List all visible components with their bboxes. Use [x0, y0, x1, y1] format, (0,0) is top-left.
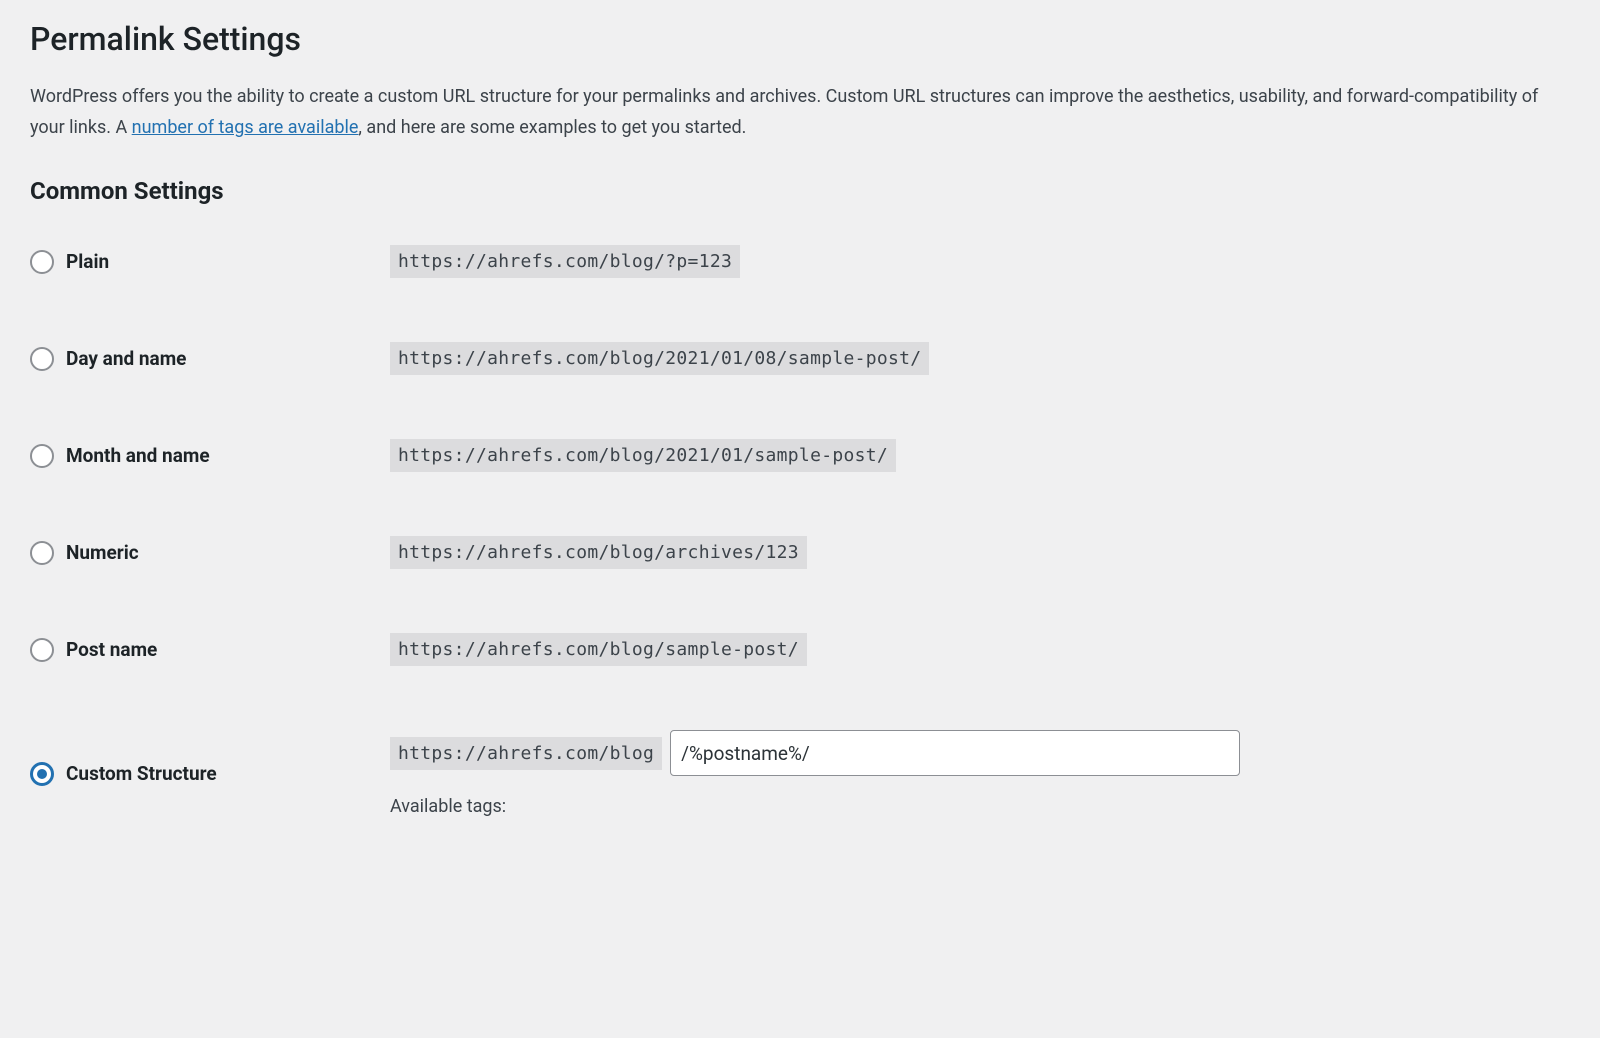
label-post-name[interactable]: Post name	[66, 638, 157, 661]
option-row-custom: Custom Structure https://ahrefs.com/blog…	[30, 730, 1570, 817]
radio-custom-structure[interactable]	[30, 762, 54, 786]
section-heading-common-settings: Common Settings	[30, 177, 1570, 205]
label-day-and-name[interactable]: Day and name	[66, 347, 186, 370]
example-plain: https://ahrefs.com/blog/?p=123	[390, 245, 740, 278]
example-post-name: https://ahrefs.com/blog/sample-post/	[390, 633, 807, 666]
radio-post-name[interactable]	[30, 638, 54, 662]
example-numeric: https://ahrefs.com/blog/archives/123	[390, 536, 807, 569]
radio-numeric[interactable]	[30, 541, 54, 565]
label-numeric[interactable]: Numeric	[66, 541, 139, 564]
option-row-post-name: Post name https://ahrefs.com/blog/sample…	[30, 633, 1570, 666]
custom-structure-input[interactable]	[670, 730, 1240, 776]
radio-plain[interactable]	[30, 250, 54, 274]
label-custom-structure[interactable]: Custom Structure	[66, 762, 217, 785]
radio-month-and-name[interactable]	[30, 444, 54, 468]
tags-available-link[interactable]: number of tags are available	[132, 117, 359, 138]
page-title: Permalink Settings	[30, 20, 1570, 58]
example-day-and-name: https://ahrefs.com/blog/2021/01/08/sampl…	[390, 342, 929, 375]
option-row-plain: Plain https://ahrefs.com/blog/?p=123	[30, 245, 1570, 278]
description-text-after: , and here are some examples to get you …	[358, 117, 746, 138]
option-row-day-and-name: Day and name https://ahrefs.com/blog/202…	[30, 342, 1570, 375]
page-description: WordPress offers you the ability to crea…	[30, 82, 1550, 143]
option-row-month-and-name: Month and name https://ahrefs.com/blog/2…	[30, 439, 1570, 472]
custom-prefix: https://ahrefs.com/blog	[390, 737, 662, 770]
radio-day-and-name[interactable]	[30, 347, 54, 371]
label-month-and-name[interactable]: Month and name	[66, 444, 210, 467]
example-month-and-name: https://ahrefs.com/blog/2021/01/sample-p…	[390, 439, 896, 472]
available-tags-label: Available tags:	[390, 796, 506, 817]
label-plain[interactable]: Plain	[66, 250, 109, 273]
option-row-numeric: Numeric https://ahrefs.com/blog/archives…	[30, 536, 1570, 569]
